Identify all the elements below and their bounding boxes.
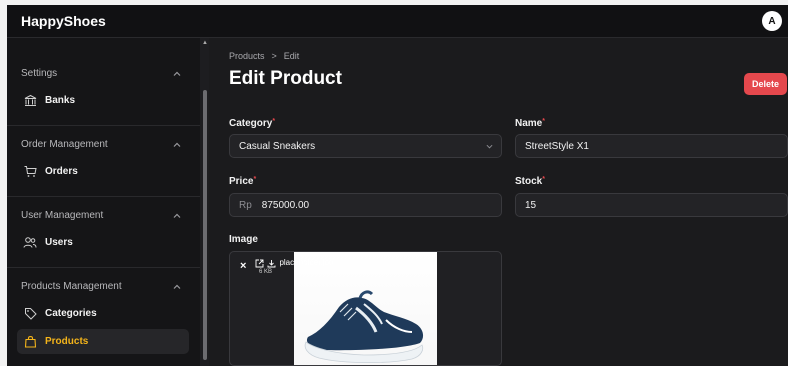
breadcrumb-current: Edit (283, 51, 300, 61)
file-info: × placeholder.jpg 6 KB (230, 252, 501, 282)
category-value: Casual Sneakers (239, 140, 316, 152)
app-window: HappyShoes A Settings Banks Order Manage… (7, 5, 788, 366)
name-value: StreetStyle X1 (525, 140, 589, 152)
remove-file-button[interactable]: × (240, 260, 246, 272)
scrollbar-thumb[interactable] (203, 90, 207, 360)
file-size: 6 KB (259, 269, 273, 275)
image-upload[interactable]: × placeholder.jpg 6 KB (229, 251, 502, 366)
sidebar-group-products-management[interactable]: Products Management (21, 281, 122, 292)
chevron-up-icon[interactable] (173, 70, 181, 78)
scroll-up-arrow-icon[interactable]: ▲ (202, 40, 208, 46)
sidebar-item-orders[interactable]: Orders (17, 159, 189, 184)
image-label: Image (229, 234, 258, 245)
chevron-up-icon[interactable] (173, 141, 181, 149)
sidebar-group-settings[interactable]: Settings (21, 68, 57, 79)
stock-input[interactable]: 15 (515, 193, 788, 217)
sidebar-item-label: Products (45, 336, 89, 347)
sidebar-item-label: Users (45, 237, 73, 248)
page-title: Edit Product (229, 68, 342, 89)
category-label: Category* (229, 118, 276, 129)
sidebar-group-user-management[interactable]: User Management (21, 210, 103, 221)
sidebar-divider (7, 196, 200, 197)
shopping-bag-icon (23, 335, 37, 349)
stock-label: Stock* (515, 176, 545, 187)
price-input[interactable]: Rp 875000.00 (229, 193, 502, 217)
file-name: placeholder.jpg (279, 258, 334, 267)
sidebar-group-order-management[interactable]: Order Management (21, 139, 108, 150)
currency-prefix: Rp (239, 199, 252, 211)
top-bar: HappyShoes A (7, 5, 788, 38)
price-label: Price* (229, 176, 257, 187)
sidebar-divider (7, 267, 200, 268)
name-input[interactable]: StreetStyle X1 (515, 134, 788, 158)
sidebar-item-users[interactable]: Users (17, 230, 189, 255)
category-select[interactable]: Casual Sneakers (229, 134, 502, 158)
tag-icon (23, 307, 37, 321)
main-content: Products > Edit Edit Product Delete Cate… (209, 38, 788, 366)
chevron-down-icon (486, 144, 493, 149)
download-icon[interactable] (267, 259, 276, 268)
breadcrumb-separator: > (271, 51, 277, 61)
price-value: 875000.00 (261, 199, 310, 211)
sidebar-divider (7, 125, 200, 126)
sidebar-item-banks[interactable]: Banks (17, 88, 189, 113)
sidebar-item-label: Orders (45, 166, 78, 177)
sidebar-item-label: Categories (45, 308, 97, 319)
sidebar-item-products[interactable]: Products (17, 329, 189, 354)
chevron-up-icon[interactable] (173, 283, 181, 291)
brand-logo[interactable]: HappyShoes (21, 13, 106, 29)
bank-icon (23, 94, 37, 108)
users-icon (23, 236, 37, 250)
cart-icon (23, 165, 37, 179)
breadcrumb-products-link[interactable]: Products (229, 51, 265, 61)
name-label: Name* (515, 118, 545, 129)
stock-value: 15 (525, 199, 537, 211)
chevron-up-icon[interactable] (173, 212, 181, 220)
breadcrumb: Products > Edit (229, 51, 299, 61)
sidebar-item-label: Banks (45, 95, 76, 106)
delete-button[interactable]: Delete (744, 73, 787, 95)
sidebar-item-categories[interactable]: Categories (17, 301, 189, 326)
avatar[interactable]: A (762, 11, 782, 31)
open-external-icon[interactable] (255, 259, 264, 268)
sidebar: Settings Banks Order Management Orders U… (7, 38, 200, 366)
